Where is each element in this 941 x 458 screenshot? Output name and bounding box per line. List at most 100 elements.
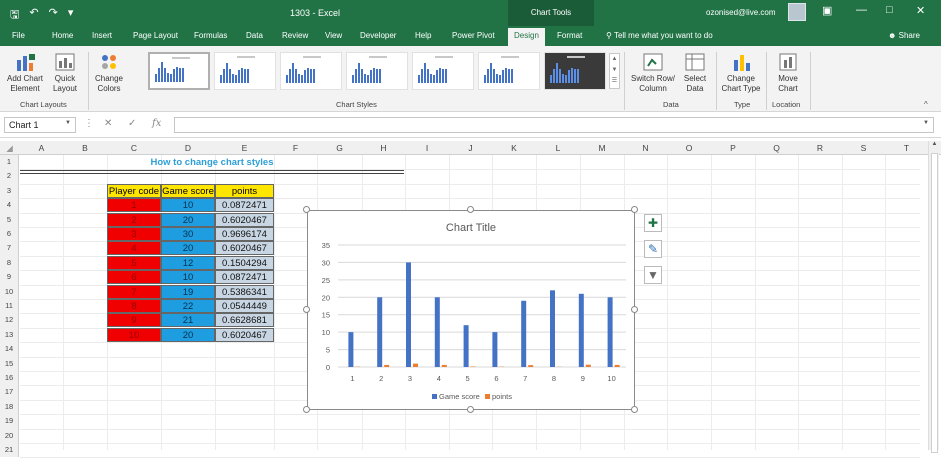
column-header[interactable]: T [885, 143, 928, 153]
points-cell[interactable]: 0.5386341 [215, 285, 274, 299]
player-code-cell[interactable]: 10 [107, 328, 161, 342]
game-score-cell[interactable]: 20 [161, 241, 215, 255]
tab-power-pivot[interactable]: Power Pivot [452, 31, 495, 40]
insert-function-icon[interactable]: fx [152, 118, 161, 129]
gallery-more-arrows[interactable]: ▲▼☰ [609, 53, 620, 89]
player-code-cell[interactable]: 2 [107, 213, 161, 227]
tab-help[interactable]: Help [415, 31, 431, 40]
enter-icon[interactable]: ✓ [128, 118, 136, 129]
tab-home[interactable]: Home [52, 31, 73, 40]
player-code-cell[interactable]: 5 [107, 256, 161, 270]
row-header[interactable]: 7 [0, 241, 19, 255]
column-header[interactable]: P [711, 143, 755, 153]
sheet-heading[interactable]: How to change chart styles [20, 157, 404, 168]
resize-handle[interactable] [467, 406, 474, 413]
chart-style-thumbnail[interactable] [280, 52, 342, 90]
column-header[interactable]: A [20, 143, 63, 153]
share-button[interactable]: ☻ Share [888, 31, 920, 40]
row-header[interactable]: 9 [0, 270, 19, 284]
column-header[interactable]: H [362, 143, 405, 153]
row-header[interactable]: 13 [0, 328, 19, 342]
column-header[interactable]: E [215, 143, 274, 153]
tab-developer[interactable]: Developer [360, 31, 396, 40]
row-header[interactable]: 8 [0, 256, 19, 270]
game-score-cell[interactable]: 10 [161, 270, 215, 284]
row-header[interactable]: 21 [0, 443, 19, 457]
tab-review[interactable]: Review [282, 31, 308, 40]
player-code-cell[interactable]: 1 [107, 198, 161, 212]
undo-icon[interactable]: ↶ [29, 6, 38, 25]
row-header[interactable]: 2 [0, 169, 19, 183]
user-email[interactable]: ozonised@live.com [706, 8, 775, 17]
restore-icon[interactable]: □ [886, 4, 893, 16]
change-chart-type-button[interactable]: Change Chart Type [720, 52, 762, 94]
player-code-cell[interactable]: 8 [107, 299, 161, 313]
scroll-up-icon[interactable]: ▲ [930, 141, 939, 150]
switch-row-column-button[interactable]: Switch Row/ Column [630, 52, 676, 94]
resize-handle[interactable] [631, 306, 638, 313]
tab-file[interactable]: File [12, 31, 25, 40]
tab-design[interactable]: Design [508, 28, 545, 46]
vertical-scrollbar[interactable]: ▲ [928, 141, 939, 450]
chart-style-thumbnail[interactable] [148, 52, 210, 90]
tab-data[interactable]: Data [246, 31, 263, 40]
add-chart-element-button[interactable]: Add Chart Element [6, 52, 44, 94]
column-header[interactable]: Q [755, 143, 798, 153]
select-all-icon[interactable]: ◢ [0, 143, 19, 154]
points-cell[interactable]: 0.6020467 [215, 213, 274, 227]
row-header[interactable]: 11 [0, 299, 19, 313]
redo-icon[interactable]: ↷ [49, 6, 58, 25]
column-header[interactable]: F [274, 143, 317, 153]
chart-style-thumbnail[interactable] [478, 52, 540, 90]
column-header[interactable]: O [667, 143, 711, 153]
resize-handle[interactable] [467, 206, 474, 213]
game-score-cell[interactable]: 20 [161, 328, 215, 342]
player-code-cell[interactable]: 3 [107, 227, 161, 241]
player-code-cell[interactable]: 9 [107, 313, 161, 327]
chart-filters-button[interactable]: ▼ [644, 266, 662, 284]
player-code-cell[interactable]: 6 [107, 270, 161, 284]
game-score-cell[interactable]: 10 [161, 198, 215, 212]
points-cell[interactable]: 0.0872471 [215, 270, 274, 284]
resize-handle[interactable] [303, 206, 310, 213]
player-code-cell[interactable]: 7 [107, 285, 161, 299]
row-header[interactable]: 14 [0, 342, 19, 356]
column-header[interactable]: R [798, 143, 842, 153]
column-header[interactable]: M [580, 143, 624, 153]
game-score-cell[interactable]: 21 [161, 313, 215, 327]
move-chart-button[interactable]: Move Chart [770, 52, 806, 94]
game-score-cell[interactable]: 20 [161, 213, 215, 227]
points-cell[interactable]: 0.6020467 [215, 241, 274, 255]
points-cell[interactable]: 0.6628681 [215, 313, 274, 327]
row-header[interactable]: 20 [0, 429, 19, 443]
row-header[interactable]: 15 [0, 357, 19, 371]
resize-handle[interactable] [303, 406, 310, 413]
column-header[interactable]: S [842, 143, 885, 153]
chart-style-thumbnail[interactable] [544, 52, 606, 90]
row-header[interactable]: 17 [0, 385, 19, 399]
column-header[interactable]: B [63, 143, 107, 153]
column-header[interactable]: D [161, 143, 215, 153]
cancel-icon[interactable]: ✕ [104, 118, 112, 129]
expand-formula-icon[interactable]: ▼ [923, 120, 929, 126]
row-header[interactable]: 5 [0, 213, 19, 227]
name-box[interactable]: Chart 1 ▼ [4, 117, 76, 133]
tab-formulas[interactable]: Formulas [194, 31, 227, 40]
save-icon[interactable]: 🖫 [10, 6, 19, 25]
column-header[interactable]: L [536, 143, 580, 153]
resize-handle[interactable] [631, 206, 638, 213]
game-score-cell[interactable]: 12 [161, 256, 215, 270]
table-header-cell[interactable]: Player code [107, 184, 161, 198]
points-cell[interactable]: 0.0544449 [215, 299, 274, 313]
quick-layout-button[interactable]: Quick Layout [48, 52, 82, 94]
column-header[interactable]: G [317, 143, 362, 153]
tab-page-layout[interactable]: Page Layout [133, 31, 178, 40]
chart-style-thumbnail[interactable] [346, 52, 408, 90]
chart-styles-button[interactable]: ✎ [644, 240, 662, 258]
column-header[interactable]: K [492, 143, 536, 153]
resize-handle[interactable] [631, 406, 638, 413]
resize-handle[interactable] [303, 306, 310, 313]
points-cell[interactable]: 0.9696174 [215, 227, 274, 241]
chart-area[interactable]: 05101520253035Chart Title12345678910Game… [307, 210, 635, 410]
points-cell[interactable]: 0.0872471 [215, 198, 274, 212]
